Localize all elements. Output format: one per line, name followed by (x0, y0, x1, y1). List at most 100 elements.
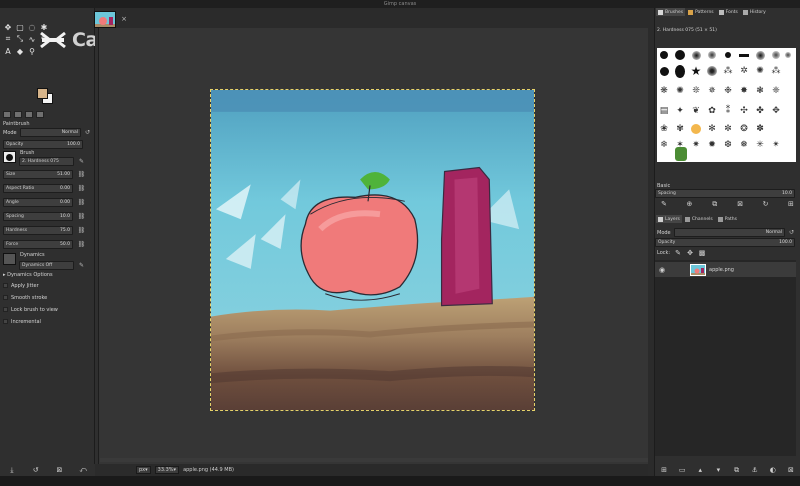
brush-cell[interactable] (723, 50, 733, 60)
brush-cell[interactable]: ❋ (659, 86, 669, 96)
aspect-ratio-slider[interactable]: Aspect Ratio 0.00 (3, 184, 73, 193)
zoom-icon[interactable]: ⚲ (27, 46, 37, 56)
delete-preset-icon[interactable]: ⊠ (55, 466, 63, 474)
open-brush-icon[interactable]: ⊞ (787, 200, 795, 208)
spacing-chain-icon[interactable]: ⛓ (78, 212, 86, 221)
device-status-tab-icon[interactable] (14, 111, 22, 118)
tab-layers[interactable]: Layers (656, 215, 682, 223)
edit-brush-icon[interactable]: ✎ (660, 200, 668, 208)
brush-cell[interactable]: ⁂ (771, 66, 781, 76)
smooth-stroke-checkbox[interactable]: Smooth stroke (3, 295, 47, 301)
image-canvas[interactable] (210, 89, 535, 411)
brush-cell[interactable] (771, 50, 781, 60)
brush-cell[interactable] (783, 50, 793, 60)
transform-icon[interactable]: ⤡ (15, 34, 25, 44)
spacing-slider[interactable]: Spacing 10.0 (3, 212, 73, 221)
brush-cell[interactable]: ▤ (659, 106, 669, 116)
brush-select[interactable]: 2. Hardness 075 (19, 157, 74, 166)
brush-cell[interactable]: ✺ (675, 86, 685, 96)
brush-cell[interactable]: ✲ (739, 66, 749, 76)
lock-pixels-icon[interactable]: ✎ (674, 249, 682, 257)
tab-channels[interactable]: Channels (683, 215, 715, 223)
brush-cell[interactable] (659, 50, 669, 60)
hardness-slider[interactable]: Hardness 75.0 (3, 226, 73, 235)
brush-cell[interactable]: ❦ (691, 106, 701, 116)
brush-cell[interactable]: ✿ (707, 106, 717, 116)
brush-cell[interactable]: ❆ (723, 140, 733, 150)
brush-cell[interactable]: ★ (691, 64, 702, 78)
mask-layer-icon[interactable]: ◐ (769, 466, 777, 474)
delete-layer-icon[interactable]: ⊠ (787, 466, 795, 474)
brush-cell[interactable] (707, 50, 717, 60)
force-slider[interactable]: Force 50.0 (3, 240, 73, 249)
brush-cell[interactable]: ❈ (771, 86, 781, 96)
brush-cell[interactable]: ✦ (675, 106, 685, 116)
layer-mode-reset-icon[interactable]: ↺ (788, 228, 795, 237)
tool-options-tab-icon[interactable] (3, 111, 11, 118)
opacity-slider[interactable]: Opacity 100.0 (3, 140, 83, 149)
visibility-eye-icon[interactable]: ◉ (658, 266, 666, 274)
brush-cell[interactable]: ❀ (659, 124, 669, 134)
edit-dynamics-icon[interactable]: ✎ (78, 261, 85, 270)
brush-cell[interactable]: ✽ (755, 124, 765, 134)
new-layer-icon[interactable]: ⊞ (660, 466, 668, 474)
size-chain-icon[interactable]: ⛓ (78, 170, 86, 179)
angle-chain-icon[interactable]: ⛓ (78, 198, 86, 207)
text-icon[interactable]: A (3, 46, 13, 56)
brush-cell[interactable]: ✴ (771, 140, 781, 150)
images-tab-icon[interactable] (36, 111, 44, 118)
new-brush-icon[interactable]: ⊕ (685, 200, 693, 208)
raise-layer-icon[interactable]: ▴ (696, 466, 704, 474)
tab-brushes[interactable]: Brushes (656, 8, 686, 16)
brush-cell[interactable] (675, 50, 685, 60)
brush-cell[interactable] (657, 147, 671, 161)
brush-cell[interactable] (675, 147, 687, 161)
brush-cell[interactable]: ✤ (755, 106, 765, 116)
layer-mode-select[interactable]: Normal (673, 228, 785, 237)
brush-cell[interactable]: ❉ (723, 86, 733, 96)
brush-cell[interactable] (675, 64, 685, 78)
brush-spacing-slider[interactable]: Spacing 10.0 (655, 189, 795, 198)
new-group-icon[interactable]: ▭ (678, 466, 686, 474)
image-tab-thumbnail[interactable] (94, 11, 116, 28)
dynamics-options-expander[interactable]: ▸ Dynamics Options (3, 272, 53, 278)
brush-cell[interactable]: ✳ (755, 140, 765, 150)
tab-history[interactable]: History (741, 8, 768, 16)
brush-cell[interactable]: ✸ (739, 86, 749, 96)
brush-cell[interactable]: ✺ (755, 66, 765, 76)
brush-cell[interactable]: ✻ (707, 124, 717, 134)
anchor-layer-icon[interactable]: ⚓ (751, 466, 759, 474)
brush-cell[interactable]: ✹ (707, 140, 717, 150)
unit-select[interactable]: px ▾ (136, 466, 151, 474)
duplicate-layer-icon[interactable]: ⧉ (733, 466, 741, 474)
lower-layer-icon[interactable]: ▾ (714, 466, 722, 474)
layer-row[interactable]: ◉ apple.png (655, 262, 796, 277)
brush-cell[interactable] (659, 66, 669, 76)
duplicate-brush-icon[interactable]: ⧉ (711, 200, 719, 208)
brush-grid[interactable]: ★ ⁂ ✲ ✺ ⁂ ❋ ✺ ❊ ✵ ❉ ✸ ❃ ❈ ▤ ✦ ❦ ✿ ⁑ ✣ ✤ … (657, 48, 796, 162)
horizontal-scrollbar[interactable] (100, 458, 648, 462)
brush-cell[interactable] (691, 124, 701, 134)
edit-brush-icon[interactable]: ✎ (78, 157, 85, 166)
brush-cell[interactable] (691, 50, 701, 60)
brush-cell[interactable]: ✷ (691, 140, 701, 150)
angle-slider[interactable]: Angle 0.00 (3, 198, 73, 207)
brush-cell[interactable]: ❊ (691, 86, 701, 96)
reset-defaults-icon[interactable]: ⤺ (79, 466, 87, 474)
delete-brush-icon[interactable]: ⊠ (736, 200, 744, 208)
hardness-chain-icon[interactable]: ⛓ (78, 226, 86, 235)
crop-icon[interactable]: ⌗ (3, 34, 13, 44)
brush-preview-icon[interactable] (3, 151, 16, 163)
undo-history-tab-icon[interactable] (25, 111, 33, 118)
dynamics-select[interactable]: Dynamics Off (19, 261, 74, 270)
warp-icon[interactable]: ∿ (27, 34, 37, 44)
reset-icon[interactable]: ↺ (84, 128, 91, 137)
brush-cell[interactable] (707, 66, 717, 76)
brush-cell[interactable]: ✣ (739, 106, 749, 116)
tab-patterns[interactable]: Patterns (686, 8, 716, 16)
brush-cell[interactable]: ✾ (675, 124, 685, 134)
tab-fonts[interactable]: Fonts (717, 8, 740, 16)
size-slider[interactable]: Size 51.00 (3, 170, 73, 179)
lock-alpha-icon[interactable]: ▩ (698, 249, 706, 257)
refresh-brushes-icon[interactable]: ↻ (762, 200, 770, 208)
